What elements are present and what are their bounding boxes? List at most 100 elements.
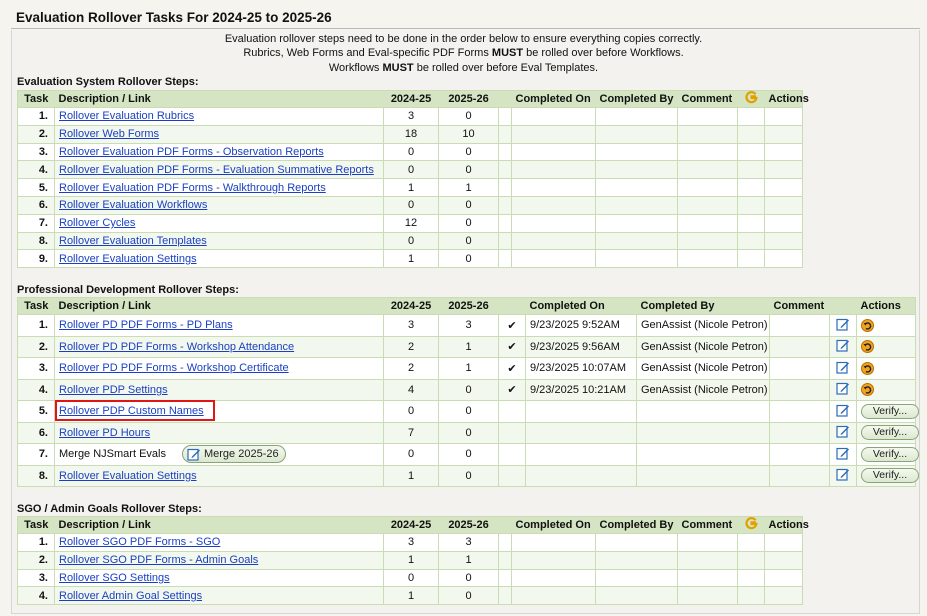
completed-check: ✔ [498,378,526,401]
rollover-link[interactable]: Rollover PD PDF Forms - PD Plans [59,319,233,331]
sgo-row: 2. Rollover SGO PDF Forms - Admin Goals 1 1 [17,550,803,570]
verify-button[interactable]: Verify... [861,403,919,419]
intro-line-2-b: MUST [491,47,524,60]
rollover-link[interactable]: Rollover SGO Settings [59,572,170,584]
rollover-link[interactable]: Rollover Evaluation Rubrics [59,110,194,122]
count-2024-25: 12 [383,213,439,233]
count-2024-25: 2 [383,335,439,358]
count-2024-25: 1 [383,178,439,197]
rollover-link[interactable]: Rollover PD Hours [59,427,150,439]
count-2024-25: 0 [383,400,439,423]
edit-note-icon[interactable] [836,467,850,481]
edit-note-icon[interactable] [836,317,850,331]
comment-cell [677,231,738,251]
comment-cell [677,550,738,570]
completed-by-cell: GenAssist (Nicole Petron) [636,335,770,358]
rollover-link[interactable]: Rollover SGO PDF Forms - Admin Goals [59,554,258,566]
description-cell: Rollover PD PDF Forms - Workshop Certifi… [54,357,384,380]
verify-button[interactable]: Verify... [861,446,919,462]
rollover-link[interactable]: Rollover Evaluation Settings [59,253,197,265]
rollover-link[interactable]: Rollover Evaluation PDF Forms - Observat… [59,146,324,158]
task-number: 2. [17,335,55,358]
verify-button[interactable]: Verify... [861,468,919,484]
actions-cell [764,550,803,570]
completed-by-cell [595,231,678,251]
edit-cell [829,400,857,423]
col-task: Task [17,90,55,108]
done-cell [498,231,512,251]
rollover-link[interactable]: Rollover Evaluation Templates [59,235,207,247]
count-2025-26: 0 [438,421,499,444]
pd-table: Task Description / Link 2024-25 2025-26 … [17,297,919,487]
intro-line-1: Evaluation rollover steps need to be don… [224,33,703,45]
col-actions: Actions [856,297,916,315]
edit-note-icon[interactable] [836,424,850,438]
completed-by-cell [636,400,770,423]
rollover-link[interactable]: Rollover PD PDF Forms - Workshop Certifi… [59,362,289,374]
col-2025-26: 2025-26 [438,297,499,315]
col-completed-on: Completed On [511,516,596,534]
edit-note-icon[interactable] [836,446,850,460]
completed-on-cell [511,249,596,269]
rollover-link[interactable]: Rollover Evaluation PDF Forms - Evaluati… [59,164,374,176]
google-g-icon[interactable] [744,91,758,104]
col-comment: Comment [677,516,738,534]
eval-row: 8. Rollover Evaluation Templates 0 0 [17,231,803,251]
g-cell [737,586,765,606]
rollover-link[interactable]: Rollover Web Forms [59,128,159,140]
description-cell: Rollover SGO PDF Forms - SGO [54,533,384,552]
rollover-link[interactable]: Rollover Evaluation Settings [59,470,197,482]
completed-on-cell: 9/23/2025 9:56AM [525,335,637,358]
comment-cell [769,421,830,444]
col-g [737,90,765,108]
undo-icon[interactable] [861,383,874,397]
completed-check: ✔ [498,357,526,380]
completed-on-cell [511,231,596,251]
page-title: Evaluation Rollover Tasks For 2024-25 to… [16,10,332,25]
completed-check: ✔ [498,335,526,358]
rollover-link[interactable]: Rollover SGO PDF Forms - SGO [59,536,220,548]
rollover-link[interactable]: Rollover PD PDF Forms - Workshop Attenda… [59,341,294,353]
task-number: 8. [17,464,55,487]
actions-cell: Verify... [856,421,919,444]
g-cell [737,213,765,233]
completed-by-cell [595,550,678,570]
undo-icon[interactable] [861,340,874,354]
undo-icon[interactable] [861,361,874,375]
description-cell: Rollover Evaluation Workflows [54,195,384,215]
completed-check [498,421,526,444]
rollover-link[interactable]: Rollover PDP Settings [59,384,168,396]
edit-note-icon[interactable] [836,381,850,395]
done-cell [498,178,512,197]
rollover-link[interactable]: Rollover Evaluation PDF Forms - Walkthro… [59,182,326,194]
rollover-link[interactable]: Rollover Admin Goal Settings [59,590,202,602]
task-number: 2. [17,550,55,570]
task-number: 3. [17,142,55,162]
edit-note-icon[interactable] [836,360,850,374]
completed-by-cell [595,195,678,215]
intro-line-2-a: Rubrics, Web Forms and Eval-specific PDF… [243,47,492,60]
count-2024-25: 1 [383,586,439,606]
edit-note-icon[interactable] [836,403,850,417]
actions-cell [856,335,916,358]
sgo-header-row: Task Description / Link 2024-25 2025-26 … [17,516,809,534]
rollover-link[interactable]: Rollover Cycles [59,217,135,229]
edit-note-icon[interactable] [836,338,850,352]
g-cell [737,568,765,588]
completed-on-cell [511,213,596,233]
completed-by-cell [595,213,678,233]
task-number: 1. [17,107,55,126]
actions-cell [764,231,803,251]
verify-button[interactable]: Verify... [861,425,919,441]
actions-cell: Verify... [856,400,919,423]
undo-icon[interactable] [861,318,874,332]
google-g-icon[interactable] [744,517,758,530]
col-g [737,516,765,534]
rollover-link[interactable]: Rollover Evaluation Workflows [59,199,207,211]
actions-cell [856,357,916,380]
col-comment: Comment [677,90,738,108]
merge-button[interactable]: Merge 2025-26 [181,445,286,464]
comment-cell [677,213,738,233]
actions-cell [764,178,803,197]
completed-on-cell: 9/23/2025 9:52AM [525,314,637,337]
